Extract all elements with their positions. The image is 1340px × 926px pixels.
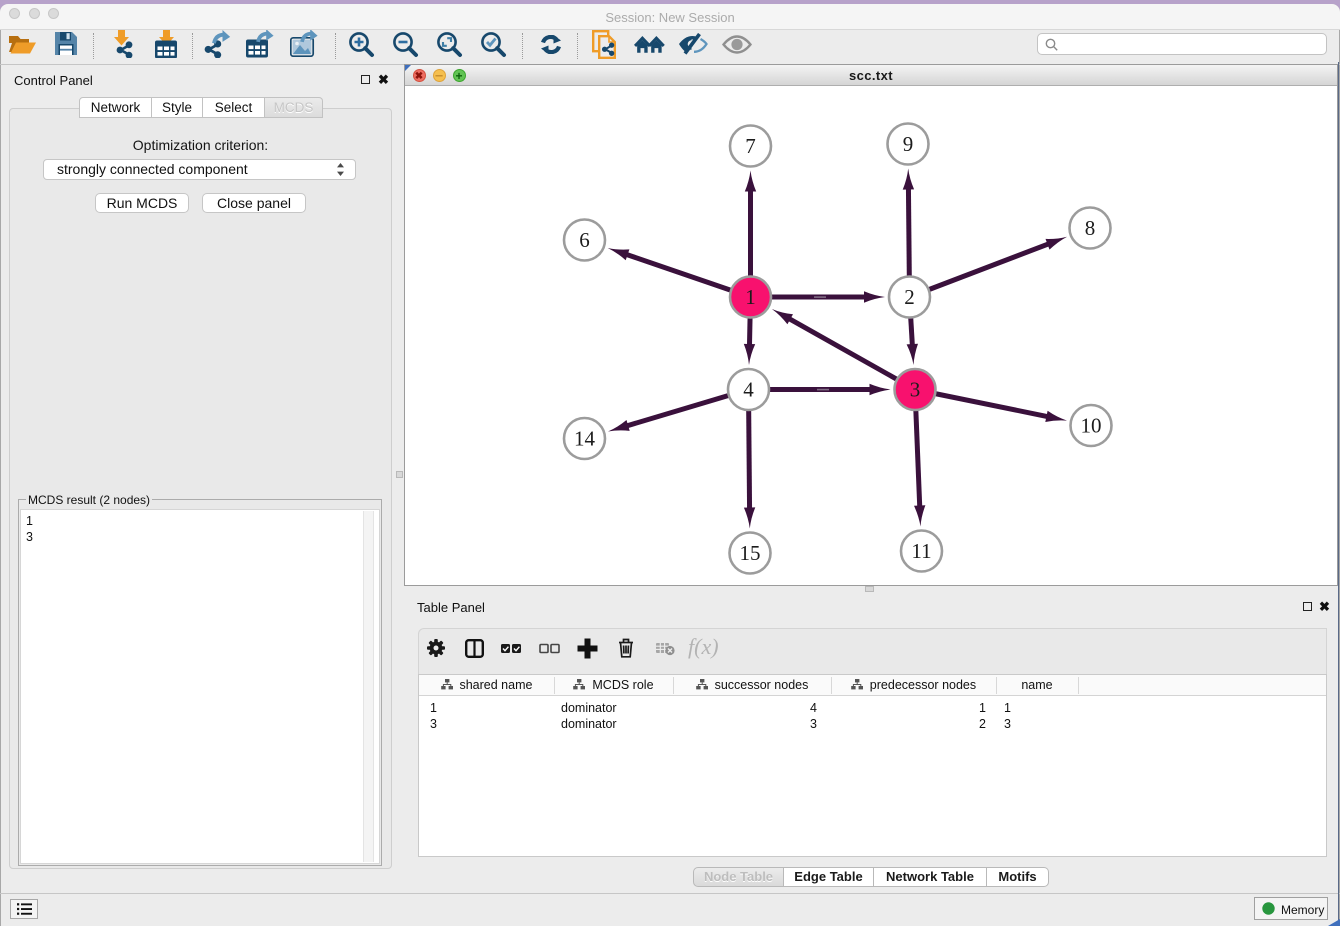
svg-text:14: 14	[574, 427, 596, 451]
svg-text:1: 1	[745, 285, 756, 309]
svg-text:6: 6	[579, 228, 590, 252]
svg-text:3: 3	[910, 378, 921, 402]
svg-text:7: 7	[745, 134, 756, 158]
svg-text:2: 2	[904, 285, 915, 309]
svg-text:4: 4	[743, 378, 754, 402]
svg-text:8: 8	[1085, 216, 1096, 240]
svg-text:10: 10	[1081, 414, 1102, 438]
svg-text:11: 11	[911, 539, 931, 563]
svg-text:15: 15	[740, 541, 761, 565]
svg-text:9: 9	[903, 132, 914, 156]
